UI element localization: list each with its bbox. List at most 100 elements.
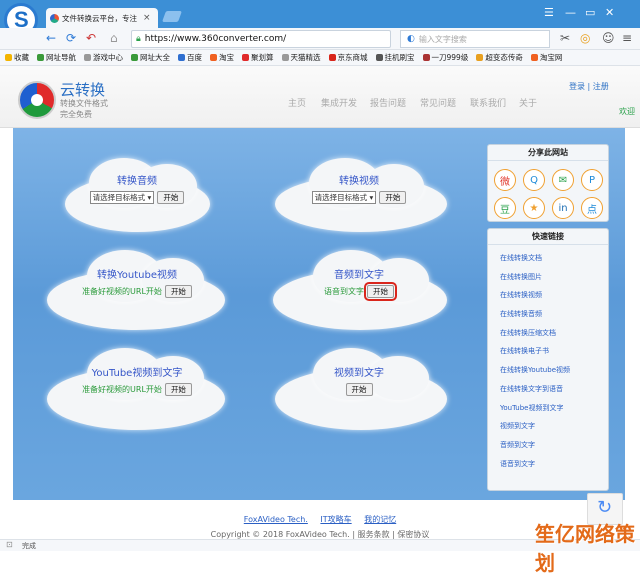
weibo-icon[interactable]: 微: [494, 169, 516, 191]
star-icon[interactable]: ★: [523, 197, 545, 219]
status-text: 完成: [22, 542, 36, 550]
bookmark-item[interactable]: 聚划算: [242, 52, 274, 63]
search-engine-icon: ◐: [407, 34, 415, 44]
close-window-icon[interactable]: ✕: [605, 6, 614, 19]
bookmark-item[interactable]: 挂机刷宝: [375, 52, 415, 63]
menu-icon[interactable]: ≡: [622, 31, 632, 45]
audio-format-select[interactable]: 请选择目标格式 ▾: [89, 191, 155, 204]
cloud-audio-convert: 转换音频 请选择目标格式 ▾ 开始: [47, 154, 227, 244]
quicklinks-panel: 快速链接 在线转换文档 在线转换图片 在线转换视频 在线转换音频 在线转换压缩文…: [487, 228, 609, 491]
footer-link[interactable]: FoxAVideo Tech.: [244, 515, 308, 524]
user-icon[interactable]: ☺: [602, 31, 615, 45]
quicklink-item[interactable]: YouTube视频到文字: [500, 399, 608, 418]
home-icon[interactable]: ⌂: [110, 31, 118, 45]
quicklink-item[interactable]: 在线转换电子书: [500, 342, 608, 361]
bookmark-item[interactable]: 游戏中心: [84, 52, 123, 63]
site-header: 云转换 转换文件格式 完全免费 主页 集成开发 报告问题 常见问题 联系我们 关…: [0, 66, 640, 128]
bookmark-icon: [281, 54, 289, 61]
bookmark-item[interactable]: 收藏: [5, 52, 29, 63]
cloud-youtube-convert: 转换Youtube视频 准备好视频的URL开始 开始: [47, 248, 227, 338]
audio-start-button[interactable]: 开始: [157, 191, 185, 204]
wechat-icon[interactable]: ✉: [552, 169, 574, 191]
nav-home[interactable]: 主页: [288, 96, 306, 109]
nav-report[interactable]: 报告问题: [370, 96, 406, 109]
nav-about[interactable]: 关于: [519, 96, 537, 109]
quicklink-item[interactable]: 在线转换图片: [500, 268, 608, 287]
nav-integration[interactable]: 集成开发: [321, 96, 357, 109]
welcome-text: 欢迎: [619, 107, 635, 116]
tab-title: 文件转换云平台，专注: [62, 13, 137, 23]
tab-favicon-icon: [50, 13, 59, 23]
bookmark-icon: [422, 54, 430, 61]
tab-close-icon[interactable]: ×: [143, 13, 151, 23]
site-tagline-2: 完全免费: [60, 110, 92, 119]
quicklink-item[interactable]: 在线转换Youtube视频: [500, 361, 608, 380]
quicklink-item[interactable]: 在线转换视频: [500, 286, 608, 305]
quicklink-item[interactable]: 在线转换压缩文档: [500, 324, 608, 343]
bookmark-item[interactable]: 淘宝网: [530, 52, 562, 63]
search-placeholder: 输入文字搜索: [418, 34, 467, 44]
youtube-text-start-button[interactable]: 开始: [164, 383, 192, 396]
tool-title: 视频到文字: [334, 368, 384, 379]
refresh-icon[interactable]: ⟳: [66, 31, 76, 45]
bookmark-item[interactable]: 百度: [178, 52, 202, 63]
diandian-icon[interactable]: 点: [581, 197, 603, 219]
share-panel-title: 分享此网站: [488, 145, 608, 161]
cloud-video-convert: 转换视频 请选择目标格式 ▾ 开始: [269, 154, 449, 244]
skin-icon[interactable]: ☰: [544, 6, 554, 19]
address-url: https://www.360converter.com/: [144, 34, 287, 44]
quicklink-item[interactable]: 在线转换文档: [500, 249, 608, 268]
cloud-youtube-to-text: YouTube视频到文字 准备好视频的URL开始 开始: [47, 346, 227, 436]
quicklink-item[interactable]: 音频到文字: [500, 436, 608, 455]
back-icon[interactable]: ←: [46, 31, 56, 45]
bookmark-item[interactable]: 淘宝: [210, 52, 234, 63]
login-register-link[interactable]: 登录 | 注册: [569, 81, 609, 92]
speech-to-text-hint: 语音到文字: [324, 287, 364, 296]
video-start-button[interactable]: 开始: [379, 191, 407, 204]
bookmark-icon: [37, 54, 44, 61]
linkedin-icon[interactable]: in: [552, 197, 574, 219]
quicklink-item[interactable]: 在线转换音频: [500, 305, 608, 324]
new-tab-button[interactable]: [161, 11, 183, 22]
web-page: 云转换 转换文件格式 完全免费 主页 集成开发 报告问题 常见问题 联系我们 关…: [0, 66, 640, 539]
footer-link[interactable]: 我的记忆: [364, 515, 396, 524]
bookmark-icon: [242, 54, 249, 61]
qq-icon[interactable]: Q: [523, 169, 545, 191]
pinterest-icon[interactable]: P: [581, 169, 603, 191]
audio-text-start-button[interactable]: 开始: [364, 282, 397, 301]
bookmark-item[interactable]: 网址大全: [131, 52, 170, 63]
watermark-text: 笙亿网络策划: [535, 522, 635, 575]
tool-title: 音频到文字: [334, 270, 384, 281]
nav-contact[interactable]: 联系我们: [470, 96, 506, 109]
video-format-select[interactable]: 请选择目标格式 ▾: [311, 191, 377, 204]
quicklink-item[interactable]: 语音到文字: [500, 455, 608, 474]
address-bar[interactable]: 🔒︎ https://www.360converter.com/: [131, 30, 391, 48]
quicklink-item[interactable]: 视频到文字: [500, 417, 608, 436]
restore-icon[interactable]: ▭: [585, 6, 595, 19]
bookmark-icon: [178, 54, 185, 61]
youtube-start-button[interactable]: 开始: [164, 285, 192, 298]
minimize-icon[interactable]: —: [565, 6, 576, 19]
quicklink-item[interactable]: 在线转换文字到语音: [500, 380, 608, 399]
site-logo-icon[interactable]: [18, 81, 56, 119]
scissors-icon[interactable]: ✂: [560, 31, 570, 45]
browser-tab[interactable]: 文件转换云平台，专注 ×: [46, 8, 158, 28]
bookmark-icon: [375, 54, 383, 61]
bookmark-item[interactable]: 超变态传奇: [476, 52, 523, 63]
quicklinks-panel-title: 快速链接: [488, 229, 608, 245]
footer-link[interactable]: IT攻略车: [320, 515, 351, 524]
undo-icon[interactable]: ↶: [86, 31, 96, 45]
browser-navbar: ← ⟳ ↶ ⌂ 🔒︎ https://www.360converter.com/…: [0, 28, 640, 50]
video-text-start-button[interactable]: 开始: [345, 383, 373, 396]
cloud-video-to-text: 视频到文字 开始: [269, 346, 449, 436]
bookmark-item[interactable]: 一刀999级: [422, 52, 468, 63]
tool-title: 转换Youtube视频: [97, 270, 177, 281]
bookmark-item[interactable]: 网址导航: [37, 52, 76, 63]
bookmark-item[interactable]: 天猫精选: [281, 52, 321, 63]
nav-faq[interactable]: 常见问题: [420, 96, 456, 109]
star-icon: [5, 54, 12, 61]
douban-icon[interactable]: 豆: [494, 197, 516, 219]
extension-icon[interactable]: ◎: [580, 31, 590, 45]
bookmark-item[interactable]: 京东商城: [328, 52, 368, 63]
search-input[interactable]: ◐ 输入文字搜索: [400, 30, 550, 48]
